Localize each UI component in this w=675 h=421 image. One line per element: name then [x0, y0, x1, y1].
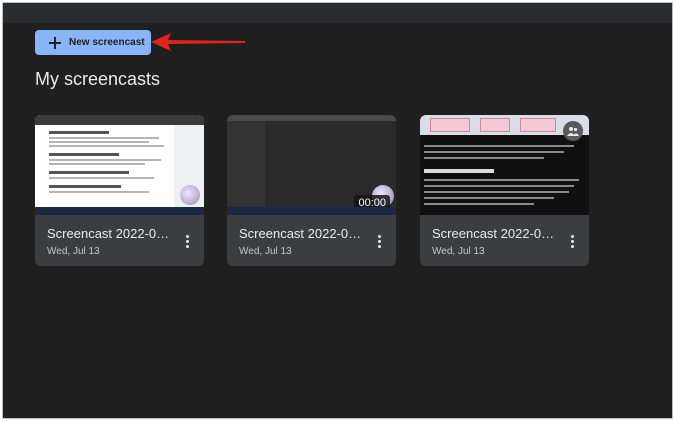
screencast-app-window: New screencast My screencasts Screencast… [2, 2, 673, 419]
people-icon [563, 121, 583, 141]
section-title: My screencasts [35, 69, 161, 89]
new-screencast-label: New screencast [69, 37, 145, 48]
annotation-arrow [151, 33, 245, 51]
screencast-thumbnail[interactable] [420, 115, 589, 215]
plus-icon [48, 36, 62, 50]
top-bar [3, 3, 672, 23]
screencast-title[interactable]: Screencast 2022-0… [239, 226, 369, 241]
screencast-date: Wed, Jul 13 [47, 246, 100, 257]
screencast-date: Wed, Jul 13 [239, 246, 292, 257]
screencast-date: Wed, Jul 13 [432, 246, 485, 257]
more-vertical-icon[interactable] [372, 234, 386, 250]
more-vertical-icon[interactable] [565, 234, 579, 250]
screencast-title[interactable]: Screencast 2022-0… [432, 226, 562, 241]
screencast-card[interactable]: 00:00 Screencast 2022-0… Wed, Jul 13 [227, 115, 396, 266]
more-vertical-icon[interactable] [180, 234, 194, 250]
screencast-card[interactable]: Screencast 2022-0… Wed, Jul 13 [35, 115, 204, 266]
screencast-thumbnail[interactable] [35, 115, 204, 215]
screencast-card[interactable]: Screencast 2022-0… Wed, Jul 13 [420, 115, 589, 266]
screencast-thumbnail[interactable]: 00:00 [227, 115, 396, 215]
new-screencast-button[interactable]: New screencast [35, 30, 151, 55]
screencast-title[interactable]: Screencast 2022-0… [47, 226, 177, 241]
